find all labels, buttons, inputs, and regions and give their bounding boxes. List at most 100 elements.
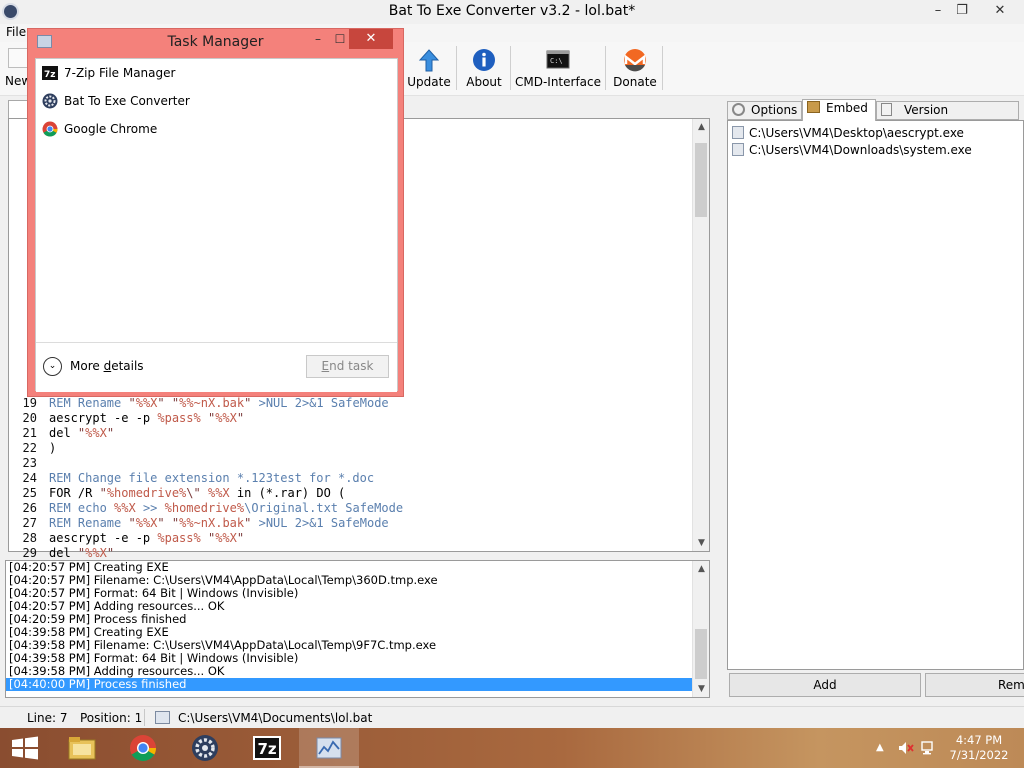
code-token: %%X — [85, 426, 107, 440]
menu-file[interactable]: File — [6, 25, 26, 39]
end-task-button[interactable]: End task — [306, 355, 389, 378]
taskbar-file-explorer[interactable] — [52, 728, 112, 768]
editor-scrollbar[interactable]: ▲ ▼ — [692, 119, 709, 551]
scroll-up-arrow[interactable]: ▲ — [693, 119, 710, 135]
update-button[interactable]: Update — [406, 46, 452, 92]
code-line: 19 REM Rename "%%X" "%%~nX.bak" >NUL 2>&1… — [9, 396, 693, 411]
code-token: in (*.rar) DO ( — [229, 486, 346, 500]
code-token: \Original.txt SafeMode — [244, 501, 404, 515]
code-token: >> — [135, 501, 165, 515]
code-token: " — [236, 531, 245, 545]
code-token: >NUL 2>&1 SafeMode — [251, 516, 389, 530]
task-manager-window: Task Manager – ☐ ✕ 7z 7-Zip File Manager… — [27, 28, 404, 397]
line-number: 28 — [22, 531, 37, 545]
code-token: \" — [186, 486, 201, 500]
more-details-link[interactable]: More details — [70, 359, 144, 373]
new-file-icon[interactable] — [8, 48, 28, 68]
code-token: %homedrive% — [164, 501, 245, 515]
embed-file-list[interactable]: C:\Users\VM4\Desktop\aescrypt.exe C:\Use… — [727, 120, 1024, 670]
code-token: " — [236, 411, 245, 425]
windows-start-icon — [12, 736, 38, 760]
log-line[interactable]: [04:40:00 PM] Process finished — [6, 678, 692, 691]
code-line: 24 REM Change file extension *.123test fo… — [9, 471, 693, 486]
list-item[interactable]: C:\Users\VM4\Desktop\aescrypt.exe — [728, 125, 1023, 142]
code-token: " — [99, 486, 107, 500]
task-manager-icon — [316, 737, 342, 759]
chevron-down-icon[interactable]: ⌄ — [43, 357, 62, 376]
document-icon — [155, 711, 170, 724]
editor-scroll-thumb[interactable] — [695, 143, 707, 217]
clock-time: 4:47 PM — [955, 733, 1003, 747]
task-manager-body: 7z 7-Zip File Manager Bat To Exe Convert… — [35, 58, 398, 392]
code-token: " — [157, 516, 165, 530]
file-icon — [732, 143, 744, 156]
toolbar-divider — [662, 46, 663, 90]
info-icon — [473, 49, 495, 71]
donate-button[interactable]: Donate — [610, 46, 660, 92]
taskbar-task-manager[interactable] — [299, 728, 359, 768]
code-token: REM Change file extension *.123test for … — [49, 471, 375, 485]
close-button[interactable]: ✕ — [984, 0, 1016, 22]
app-name: Google Chrome — [64, 122, 158, 136]
status-bar: Line: 7 Position: 1 C:\Users\VM4\Documen… — [0, 706, 1024, 728]
list-item[interactable]: C:\Users\VM4\Downloads\system.exe — [728, 142, 1023, 159]
taskbar-chrome[interactable] — [113, 728, 173, 768]
output-log[interactable]: [04:20:57 PM] Creating EXE [04:20:57 PM] … — [5, 560, 710, 698]
code-token: %%X — [114, 501, 136, 515]
list-item[interactable]: Google Chrome — [36, 115, 397, 143]
volume-muted-icon[interactable] — [898, 741, 914, 755]
list-item[interactable]: Bat To Exe Converter — [36, 87, 397, 115]
tab-version-information[interactable]: Version information — [876, 101, 1019, 134]
code-token: " — [128, 396, 136, 410]
add-button[interactable]: Add — [729, 673, 921, 697]
line-number: 27 — [22, 516, 37, 530]
taskbar-7zip[interactable]: 7z — [237, 728, 297, 768]
list-item[interactable]: 7z 7-Zip File Manager — [36, 59, 397, 87]
line-number: 22 — [22, 441, 37, 455]
task-manager-footer: ⌄ More details End task — [36, 342, 397, 392]
taskbar: 7z ▲ 4:47 PM 7/31/2022 — [0, 728, 1024, 768]
code-line: 26 REM echo %%X >> %homedrive%\Original.t… — [9, 501, 693, 516]
code-token: del — [49, 546, 78, 560]
cmd-interface-label: CMD-Interface — [514, 75, 602, 89]
app-name: 7-Zip File Manager — [64, 66, 176, 80]
about-label: About — [466, 75, 502, 89]
clock[interactable]: 4:47 PM 7/31/2022 — [940, 733, 1018, 763]
line-number: 25 — [22, 486, 37, 500]
tab-options[interactable]: Options — [727, 101, 802, 120]
start-button[interactable] — [0, 728, 50, 768]
cmd-interface-button[interactable]: C:\ CMD-Interface — [514, 46, 602, 92]
taskbar-bat-to-exe[interactable] — [175, 728, 235, 768]
show-hidden-icons[interactable]: ▲ — [876, 742, 884, 753]
status-position: Position: 1 — [80, 711, 143, 725]
tm-close-button[interactable]: ✕ — [349, 29, 393, 49]
update-label: Update — [407, 75, 451, 89]
about-button[interactable]: About — [462, 46, 506, 92]
tab-embed[interactable]: Embed — [802, 99, 876, 121]
scroll-down-arrow[interactable]: ▼ — [693, 535, 710, 551]
toolbar-divider — [456, 46, 457, 90]
code-token: %homedrive% — [106, 486, 187, 500]
window-titlebar: Bat To Exe Converter v3.2 - lol.bat* – ❐… — [0, 0, 1024, 24]
remove-button[interactable]: Rem — [925, 673, 1024, 697]
scroll-down-arrow[interactable]: ▼ — [693, 681, 709, 697]
restore-button[interactable]: ❐ — [946, 0, 978, 22]
code-lines: 19 REM Rename "%%X" "%%~nX.bak" >NUL 2>&1… — [9, 396, 693, 561]
log-scrollbar[interactable]: ▲ ▼ — [692, 561, 709, 697]
line-number: 23 — [22, 456, 37, 470]
network-icon[interactable] — [920, 740, 936, 756]
log-scroll-thumb[interactable] — [695, 629, 707, 679]
code-token: %%X — [135, 516, 158, 530]
code-token: del — [49, 426, 78, 440]
tab-embed-label: Embed — [826, 101, 868, 115]
svg-text:7z: 7z — [258, 740, 277, 758]
code-token: ) — [49, 441, 57, 455]
window-title: Bat To Exe Converter v3.2 - lol.bat* — [388, 3, 636, 19]
line-number: 20 — [22, 411, 37, 425]
scroll-up-arrow[interactable]: ▲ — [693, 561, 709, 577]
app-name: Bat To Exe Converter — [64, 94, 190, 108]
code-line: 22) — [9, 441, 693, 456]
update-arrow-icon — [418, 49, 440, 72]
